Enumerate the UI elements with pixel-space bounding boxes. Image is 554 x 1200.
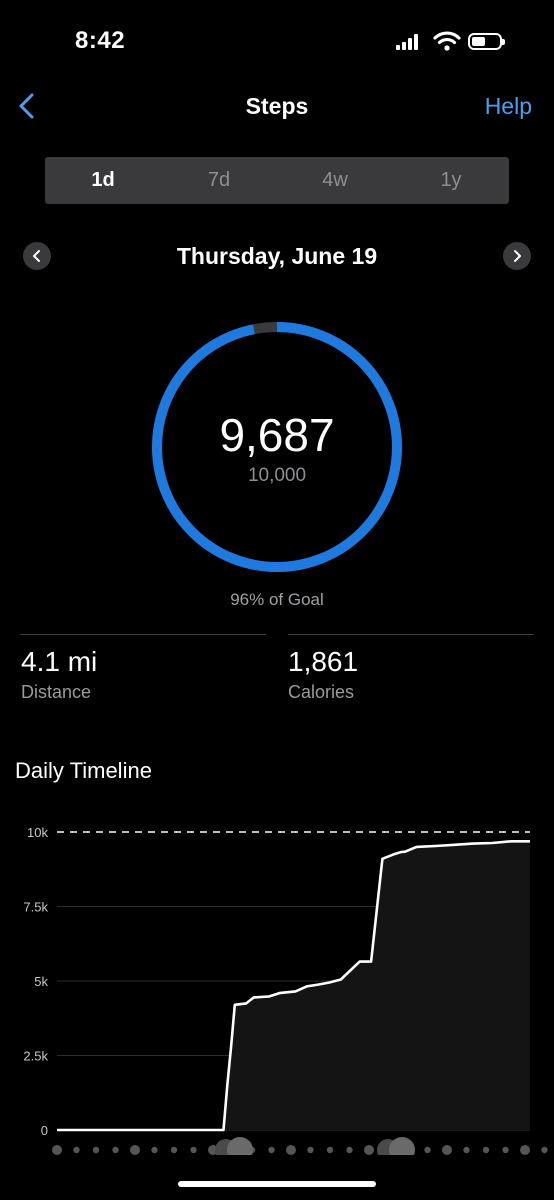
steps-goal: 10,000 — [247, 465, 307, 486]
timeline-dot — [170, 1146, 178, 1154]
cellular-signal-icon — [396, 34, 426, 50]
tab-1y[interactable]: 1y — [393, 157, 509, 204]
timeline-dot — [482, 1146, 490, 1154]
steps-count: 9,687 — [219, 409, 335, 461]
timeline-dot — [190, 1146, 197, 1154]
y-tick-label: 5k — [34, 974, 48, 989]
y-tick-label: 10k — [27, 825, 48, 840]
battery-icon — [468, 33, 505, 50]
page-title: Steps — [245, 93, 309, 119]
divider — [288, 634, 534, 635]
steps-area — [57, 841, 530, 1130]
timeline-dot — [520, 1145, 530, 1155]
timeline-dot — [73, 1146, 80, 1154]
timeline-dot — [442, 1145, 452, 1155]
timeline-dot — [151, 1146, 158, 1154]
timeline-dot — [112, 1146, 119, 1154]
timeline-dot — [364, 1145, 374, 1155]
timeline-dot — [286, 1145, 296, 1155]
wifi-icon — [433, 31, 461, 51]
distance-value: 4.1 mi — [21, 646, 98, 677]
tab-1d[interactable]: 1d — [45, 157, 161, 204]
timeline-dot — [502, 1146, 509, 1154]
percent-of-goal: 96% of Goal — [230, 590, 324, 609]
next-day-button[interactable] — [503, 242, 531, 270]
timeline-dot — [326, 1146, 334, 1154]
tab-4w[interactable]: 4w — [277, 157, 393, 204]
timeline-dot — [346, 1146, 353, 1154]
distance-label: Distance — [21, 682, 92, 702]
calories-value: 1,861 — [288, 646, 359, 677]
y-tick-label: 7.5k — [23, 900, 48, 915]
status-time: 8:42 — [75, 27, 126, 54]
selected-date: Thursday, June 19 — [176, 243, 378, 269]
timeline-dot — [52, 1145, 62, 1155]
chevron-right-icon — [514, 250, 521, 262]
timeline-dot — [307, 1146, 314, 1154]
timeline-dot — [541, 1146, 548, 1154]
timeline-dot — [268, 1146, 275, 1154]
daily-timeline-title: Daily Timeline — [15, 758, 152, 783]
timeline-dot — [463, 1146, 470, 1154]
help-link[interactable]: Help — [485, 93, 532, 120]
range-segmented-control: 1d 7d 4w 1y — [45, 157, 509, 204]
timeline-dot — [92, 1146, 100, 1154]
walk-activity-icon — [227, 1137, 253, 1155]
run-activity-icon — [389, 1137, 415, 1155]
timeline-dot — [130, 1145, 140, 1155]
y-tick-label: 0 — [41, 1123, 48, 1138]
calories-label: Calories — [288, 682, 355, 702]
daily-timeline-chart: 0 2.5k 5k 7.5k 10k — [23, 825, 548, 1155]
timeline-dot — [424, 1146, 431, 1154]
y-tick-label: 2.5k — [23, 1049, 48, 1064]
tab-7d[interactable]: 7d — [161, 157, 277, 204]
divider — [20, 634, 266, 635]
home-indicator — [178, 1181, 376, 1187]
